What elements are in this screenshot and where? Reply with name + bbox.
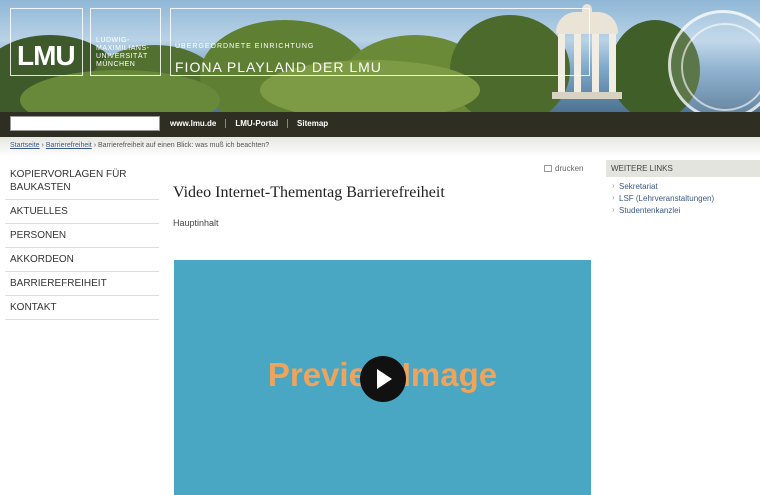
print-label: drucken: [555, 164, 584, 173]
link-lmu-portal[interactable]: LMU-Portal: [225, 119, 287, 128]
link-sitemap[interactable]: Sitemap: [287, 119, 337, 128]
video-player[interactable]: Preview Image: [174, 260, 591, 495]
university-name-line: Maximilians-: [96, 45, 150, 52]
further-links-box: Weitere Links Sekretariat LSF (Lehrveran…: [606, 160, 760, 216]
nav-item-aktuelles[interactable]: Aktuelles: [5, 200, 159, 224]
breadcrumb-separator: ›: [41, 142, 44, 149]
university-name-line: Ludwig-: [96, 37, 130, 44]
breadcrumb: Startseite › Barrierefreiheit › Barriere…: [0, 137, 760, 157]
search-input[interactable]: [10, 116, 160, 131]
breadcrumb-separator: ›: [93, 142, 97, 149]
breadcrumb-home[interactable]: Startseite: [10, 142, 40, 149]
university-name-line: München: [96, 61, 136, 68]
lmu-logo-text: LMU: [17, 40, 76, 71]
facility-label: Übergeordnete Einrichtung: [175, 43, 315, 50]
university-name-line: Universität: [96, 53, 148, 60]
left-navigation: Kopiervorlagen für Baukasten Aktuelles P…: [5, 163, 159, 320]
breadcrumb-barrierefreiheit[interactable]: Barrierefreiheit: [46, 142, 92, 149]
main-content-label: Hauptinhalt: [173, 218, 219, 228]
nav-item-personen[interactable]: Personen: [5, 224, 159, 248]
page-title: Video Internet-Thementag Barrierefreihei…: [173, 184, 445, 201]
play-icon[interactable]: [360, 356, 406, 402]
link-lsf[interactable]: LSF (Lehrveranstaltungen): [606, 192, 760, 204]
nav-item-kopiervorlagen[interactable]: Kopiervorlagen für Baukasten: [5, 163, 159, 200]
print-link[interactable]: drucken: [544, 164, 583, 173]
top-links: www.lmu.de LMU-Portal Sitemap: [170, 119, 337, 128]
link-lmu-de[interactable]: www.lmu.de: [170, 119, 225, 128]
further-links-heading: Weitere Links: [606, 160, 760, 177]
print-icon: [544, 165, 552, 172]
facility-name[interactable]: FIONA PLAYLAND DER LMU: [175, 59, 382, 75]
link-sekretariat[interactable]: Sekretariat: [606, 180, 760, 192]
nav-item-kontakt[interactable]: Kontakt: [5, 296, 159, 320]
link-studentenkanzlei[interactable]: Studentenkanzlei: [606, 204, 760, 216]
nav-item-akkordeon[interactable]: Akkordeon: [5, 248, 159, 272]
breadcrumb-current: Barrierefreiheit auf einen Blick: was mu…: [98, 142, 270, 149]
nav-item-barrierefreiheit[interactable]: Barrierefreiheit: [5, 272, 159, 296]
